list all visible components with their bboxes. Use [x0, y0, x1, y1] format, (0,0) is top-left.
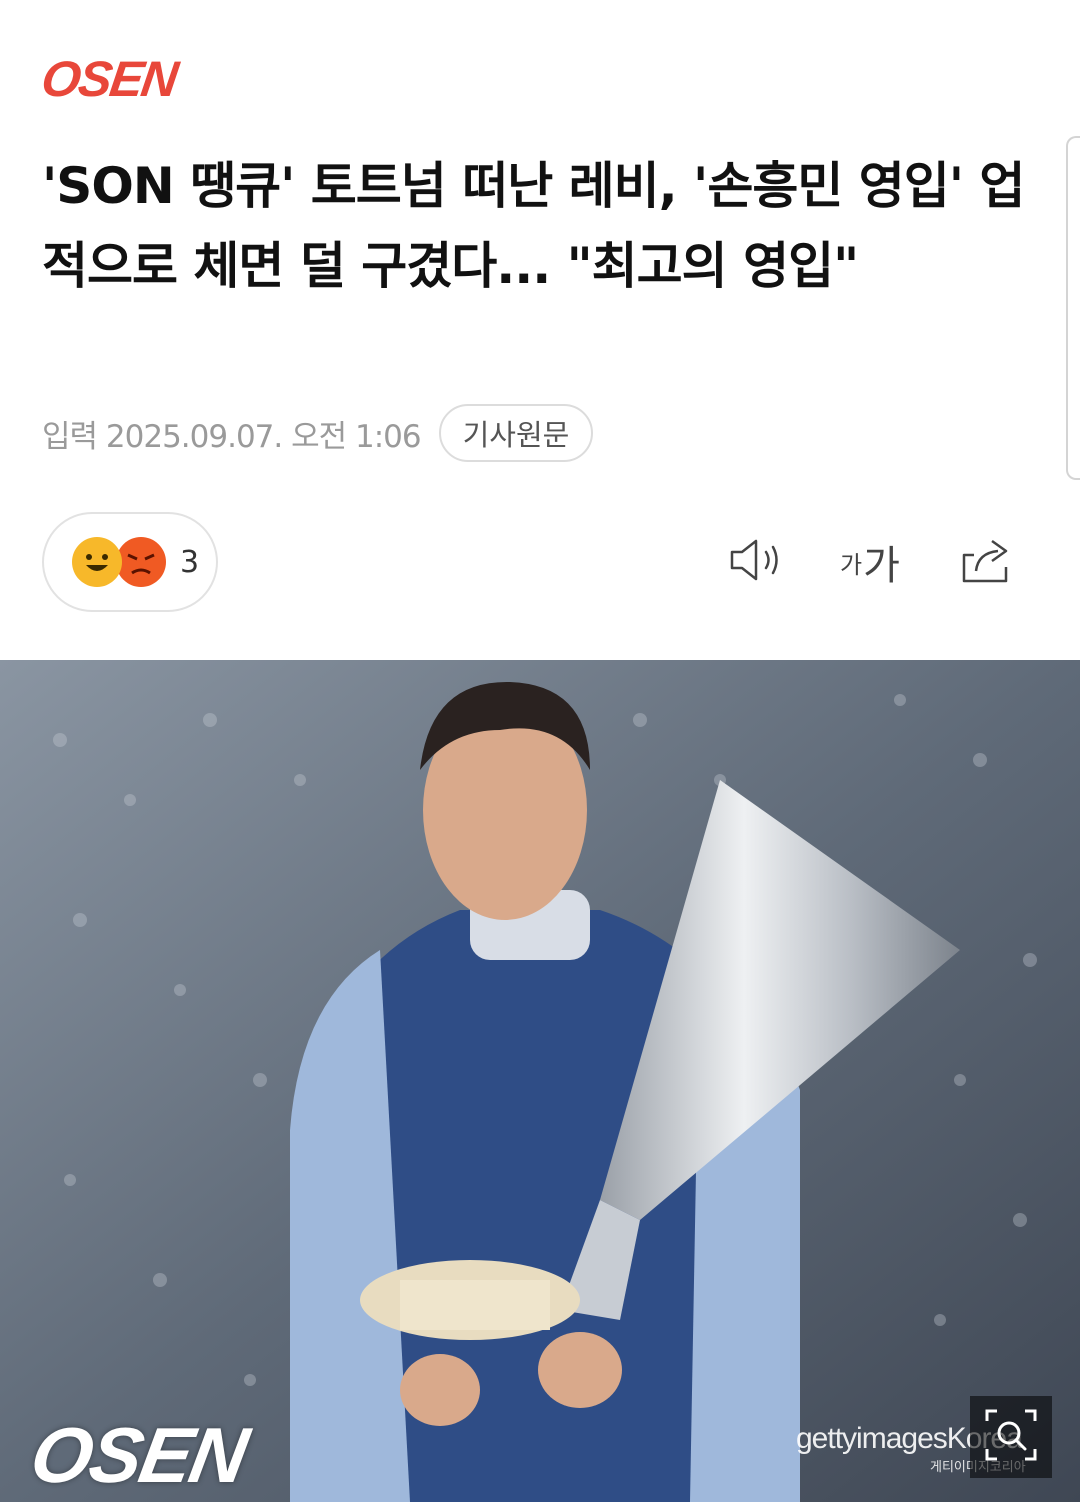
osen-logo[interactable]: OSEN: [38, 51, 180, 107]
photo-watermark-osen: OSEN: [24, 1411, 253, 1499]
article-photo[interactable]: OSEN gettyimagesKorea 게티이미지코리아: [0, 660, 1080, 1502]
zoom-icon: [983, 1407, 1039, 1467]
reaction-button[interactable]: 3: [42, 512, 218, 612]
angry-face-icon: [116, 537, 166, 587]
share-icon: [958, 535, 1014, 589]
speaker-icon: [728, 537, 784, 587]
image-zoom-button[interactable]: [970, 1396, 1052, 1478]
photo-illustration: [0, 660, 1080, 1502]
font-size-button[interactable]: 가 가: [840, 534, 900, 590]
tts-button[interactable]: [728, 534, 784, 590]
original-article-button[interactable]: 기사원문: [438, 404, 594, 462]
side-panel-edge: [1066, 136, 1080, 480]
share-button[interactable]: [958, 534, 1014, 590]
font-size-large-glyph: 가: [863, 543, 900, 589]
font-size-small-glyph: 가: [840, 550, 863, 579]
reaction-count: 3: [180, 544, 200, 580]
article-headline: 'SON 땡큐' 토트넘 떠난 레비, '손흥민 영입' 업적으로 체면 덜 구…: [42, 157, 1025, 295]
article-meta: 입력 2025.09.07. 오전 1:06 기사원문: [42, 402, 594, 464]
happy-face-icon: [72, 537, 122, 587]
publish-date: 입력 2025.09.07. 오전 1:06: [42, 418, 422, 455]
